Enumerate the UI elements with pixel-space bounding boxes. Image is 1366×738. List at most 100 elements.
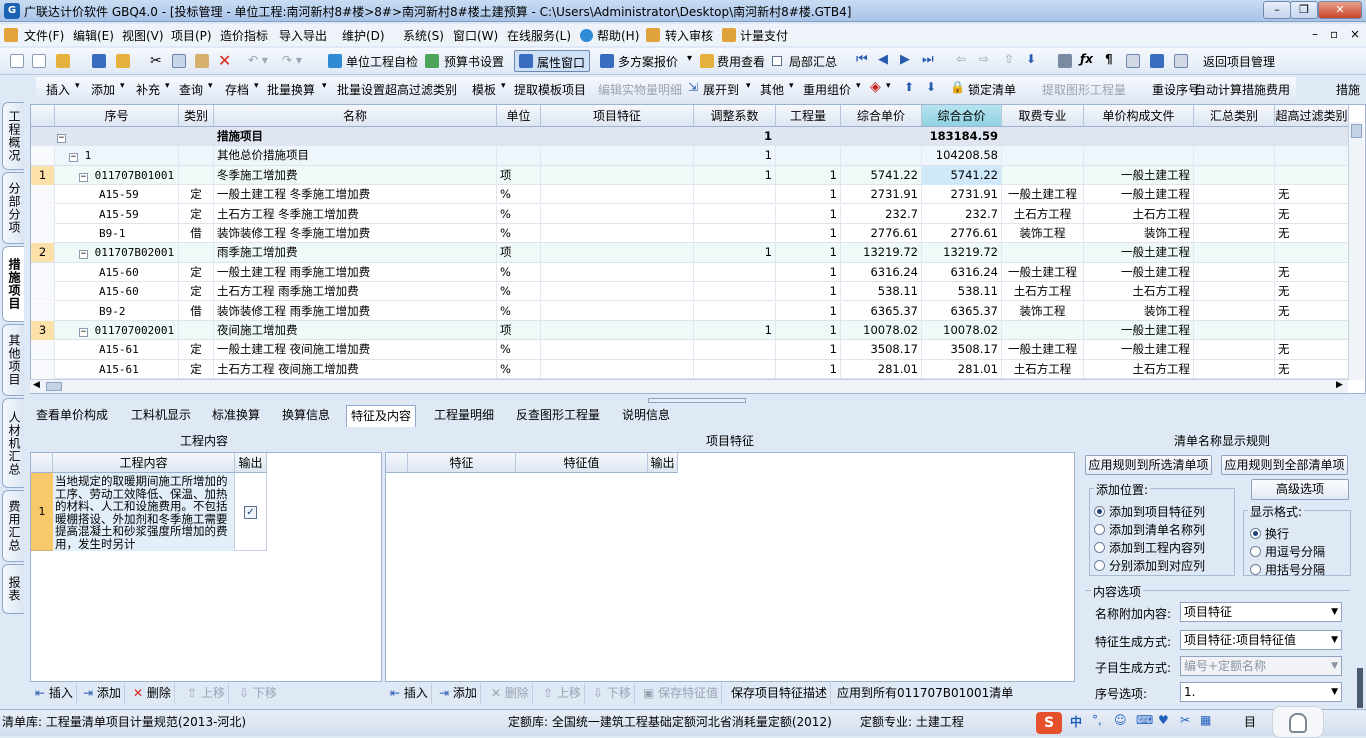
table-row[interactable]: 1− 011707B01001 冬季施工增加费项 1 1 5741.22 5741.22 一… — [31, 165, 1349, 186]
cell-file[interactable] — [1084, 127, 1194, 146]
collapse-toggle-icon[interactable]: − — [79, 328, 88, 337]
radio-bracket[interactable]: 用括号分隔 — [1250, 561, 1325, 578]
tab-reports[interactable]: 报表 — [2, 564, 24, 614]
ime-grid-icon[interactable]: ▦ — [1200, 713, 1211, 727]
cell-file[interactable]: 土石方工程 — [1084, 204, 1194, 224]
menu-view[interactable]: 视图(V) — [122, 27, 164, 44]
cell-unit[interactable]: % — [497, 340, 541, 360]
cell-type[interactable]: 定 — [179, 340, 214, 360]
reset-seq-button[interactable]: 重设序号 — [1152, 81, 1200, 98]
cell-sum[interactable] — [1194, 301, 1275, 321]
cell-coef[interactable] — [694, 204, 776, 224]
fill-color-icon[interactable]: ◈ — [870, 79, 881, 95]
table-row[interactable]: A15-61 定一般土建工程 夜间施工增加费% 1 3508.17 3508.17 一般土… — [31, 340, 1349, 360]
wc-delete-button[interactable]: ✕ 删除 — [130, 683, 175, 705]
col-header-major[interactable]: 取费专业 — [1002, 105, 1084, 127]
cell-type[interactable] — [179, 321, 214, 340]
cell-major[interactable] — [1002, 127, 1084, 146]
menu-system[interactable]: 系统(S) — [403, 27, 444, 44]
cell-coef[interactable]: 1 — [694, 146, 776, 166]
tab-conversion-info[interactable]: 换算信息 — [278, 405, 334, 427]
multi-quote-dropdown-icon[interactable]: ▾ — [687, 53, 692, 64]
cell-name[interactable]: 夜间施工增加费 — [214, 321, 497, 340]
cell-major[interactable]: 装饰工程 — [1002, 301, 1084, 321]
supplement-menu[interactable]: 补充 — [136, 81, 160, 98]
cell-qty[interactable]: 1 — [776, 185, 841, 205]
cell-name[interactable]: 装饰装修工程 冬季施工增加费 — [214, 224, 497, 243]
cell-type[interactable] — [179, 165, 214, 185]
cell-name[interactable]: 装饰装修工程 雨季施工增加费 — [214, 301, 497, 321]
cell-name[interactable]: 措施项目 — [214, 127, 497, 146]
ime-tool-icon[interactable]: ✂ — [1180, 713, 1190, 727]
cell-type[interactable]: 定 — [179, 204, 214, 224]
collapse-toggle-icon[interactable]: − — [69, 153, 78, 163]
wc-content-cell[interactable]: 当地规定的取暖期间施工所增加的工序、劳动工效降低、保温、加热的材料、人工和设施费… — [53, 473, 235, 551]
collapse-toggle-icon[interactable]: − — [79, 172, 88, 182]
tab-quantity-detail[interactable]: 工程量明细 — [430, 405, 498, 427]
cell-sum[interactable] — [1194, 204, 1275, 224]
maximize-button[interactable]: ❐ — [1290, 1, 1318, 19]
col-header-feature[interactable]: 项目特征 — [541, 105, 694, 127]
splitter-handle[interactable] — [648, 398, 746, 403]
cell-coef[interactable] — [694, 224, 776, 243]
cell-seq[interactable] — [31, 359, 55, 379]
col-header-unit[interactable]: 单位 — [497, 105, 541, 127]
cell-total[interactable]: 6316.24 — [922, 262, 1002, 282]
tab-features-content[interactable]: 特征及内容 — [346, 405, 417, 427]
cell-unit[interactable]: 项 — [497, 321, 541, 340]
table-row[interactable]: B9-2 借装饰装修工程 雨季施工增加费% 1 6365.37 6365.37 装饰工程装… — [31, 301, 1349, 321]
col-header-unit-price[interactable]: 综合单价 — [841, 105, 922, 127]
cell-qty[interactable]: 1 — [776, 340, 841, 360]
radio-comma[interactable]: 用逗号分隔 — [1250, 543, 1325, 560]
cell-name[interactable]: 土石方工程 冬季施工增加费 — [214, 204, 497, 224]
self-check-button[interactable]: 单位工程自检 — [346, 53, 418, 70]
table-row[interactable]: A15-61 定土石方工程 夜间施工增加费% 1 281.01 281.01 土石方工程土… — [31, 359, 1349, 380]
cell-price[interactable]: 232.7 — [841, 204, 922, 224]
down-arrow-icon[interactable]: ⬇ — [926, 80, 936, 94]
cell-type[interactable] — [179, 127, 214, 146]
col-header-filter[interactable]: 超高过滤类别 — [1275, 105, 1349, 127]
save-template-icon[interactable] — [1150, 54, 1164, 68]
auto-calc-button[interactable]: 自动计算措施费用 — [1194, 81, 1290, 98]
scroll-right-icon[interactable]: ▶ — [1336, 380, 1343, 390]
cell-unit[interactable]: % — [497, 282, 541, 302]
cell-type[interactable]: 定 — [179, 282, 214, 302]
cell-file[interactable] — [1084, 146, 1194, 166]
menu-project[interactable]: 项目(P) — [171, 27, 212, 44]
cell-seq[interactable]: 2 — [31, 243, 55, 263]
budget-setting-button[interactable]: 预算书设置 — [444, 53, 504, 70]
cell-name[interactable]: 一般土建工程 冬季施工增加费 — [214, 185, 497, 205]
tab-measures[interactable]: 措施项目 — [2, 246, 24, 322]
grid-vertical-scrollbar[interactable] — [1348, 122, 1364, 380]
query-menu[interactable]: 查询 — [179, 81, 203, 98]
cell-major[interactable]: 土石方工程 — [1002, 282, 1084, 302]
cell-file[interactable]: 一般土建工程 — [1084, 185, 1194, 205]
tab-project-overview[interactable]: 工程概况 — [2, 102, 24, 170]
ime-emoji-icon[interactable]: ☺ — [1114, 713, 1127, 727]
table-row[interactable]: A15-60 定土石方工程 雨季施工增加费% 1 538.11 538.11 土石方工程土… — [31, 282, 1349, 302]
cell-sum[interactable] — [1194, 340, 1275, 360]
cell-feature[interactable] — [541, 321, 694, 340]
cell-feature[interactable] — [541, 243, 694, 263]
cell-coef[interactable]: 1 — [694, 243, 776, 263]
cell-sum[interactable] — [1194, 262, 1275, 282]
new-icon[interactable] — [10, 54, 24, 68]
cell-unit[interactable]: % — [497, 224, 541, 243]
cell-sum[interactable] — [1194, 321, 1275, 340]
cell-qty[interactable]: 1 — [776, 359, 841, 379]
cell-filter[interactable] — [1275, 165, 1349, 185]
cell-total[interactable]: 104208.58 — [922, 146, 1002, 166]
col-header-coef[interactable]: 调整系数 — [694, 105, 776, 127]
advanced-options-button[interactable]: 高级选项 — [1251, 479, 1349, 500]
delete-icon[interactable]: ✕ — [218, 51, 231, 70]
cell-code[interactable]: − 1 — [55, 146, 179, 166]
cell-sum[interactable] — [1194, 165, 1275, 185]
property-window-toggle[interactable]: 属性窗口 — [514, 50, 590, 72]
tab-reverse-graphic[interactable]: 反查图形工程量 — [512, 405, 604, 427]
cell-name[interactable]: 雨季施工增加费 — [214, 243, 497, 263]
cell-code[interactable]: A15-59 — [55, 185, 179, 205]
cell-type[interactable]: 定 — [179, 359, 214, 379]
cell-total[interactable]: 2731.91 — [922, 185, 1002, 205]
ime-skin-icon[interactable]: ♥ — [1158, 713, 1169, 727]
cell-price[interactable]: 2731.91 — [841, 185, 922, 205]
